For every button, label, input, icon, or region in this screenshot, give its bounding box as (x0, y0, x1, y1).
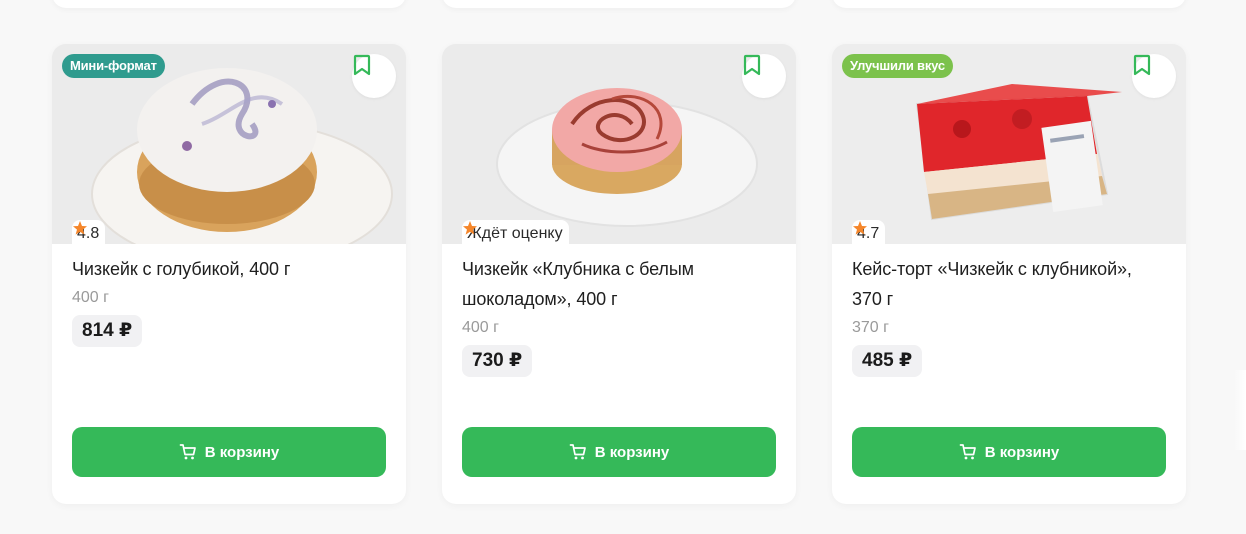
bookmark-icon (353, 54, 371, 76)
bookmark-button[interactable] (352, 54, 396, 98)
product-price: 730 ₽ (462, 345, 533, 377)
bookmark-button[interactable] (1132, 54, 1176, 98)
product-title[interactable]: Кейс-торт «Чизкейк с клубникой», 370 г (852, 254, 1166, 314)
product-weight: 400 г (72, 289, 109, 306)
product-weight: 400 г (462, 319, 499, 336)
rating: Ждёт оценку (462, 220, 569, 244)
carousel-edge-fade (1234, 370, 1246, 450)
product-card[interactable]: Ждёт оценку Чизкейк «Клубника с белым шо… (442, 44, 796, 504)
product-title[interactable]: Чизкейк «Клубника с белым шоколадом», 40… (462, 254, 776, 314)
add-to-cart-label: В корзину (204, 443, 280, 461)
product-image[interactable]: Ждёт оценку (442, 44, 796, 244)
rating: 4.8 (72, 220, 106, 244)
product-image[interactable]: Улучшили вкус 4.7 (832, 44, 1186, 244)
promo-badge: Улучшили вкус (842, 54, 953, 78)
cart-icon (179, 444, 196, 460)
previous-row-card (832, 0, 1186, 8)
previous-row-card (52, 0, 406, 8)
product-image[interactable]: Мини-формат 4.8 (52, 44, 406, 244)
product-card[interactable]: Улучшили вкус 4.7 Кейс-торт «Чизкейк с к… (832, 44, 1186, 504)
product-price: 485 ₽ (852, 345, 923, 377)
rating: 4.7 (852, 220, 886, 244)
bookmark-button[interactable] (742, 54, 786, 98)
product-card[interactable]: Мини-формат 4.8 Чизкейк с голубикой, 400… (52, 44, 406, 504)
bookmark-icon (1133, 54, 1151, 76)
product-weight: 370 г (852, 319, 889, 336)
previous-row-card (442, 0, 796, 8)
star-icon (463, 221, 477, 235)
cart-icon (959, 444, 976, 460)
product-price: 814 ₽ (72, 315, 143, 347)
product-title[interactable]: Чизкейк с голубикой, 400 г (72, 254, 386, 284)
rating-value: Ждёт оценку (467, 225, 563, 242)
add-to-cart-button[interactable]: В корзину (462, 427, 776, 477)
add-to-cart-button[interactable]: В корзину (852, 427, 1166, 477)
star-icon (73, 221, 87, 235)
star-icon (853, 221, 867, 235)
add-to-cart-label: В корзину (984, 443, 1060, 461)
bookmark-icon (743, 54, 761, 76)
add-to-cart-button[interactable]: В корзину (72, 427, 386, 477)
cart-icon (569, 444, 586, 460)
promo-badge: Мини-формат (62, 54, 165, 78)
add-to-cart-label: В корзину (594, 443, 670, 461)
